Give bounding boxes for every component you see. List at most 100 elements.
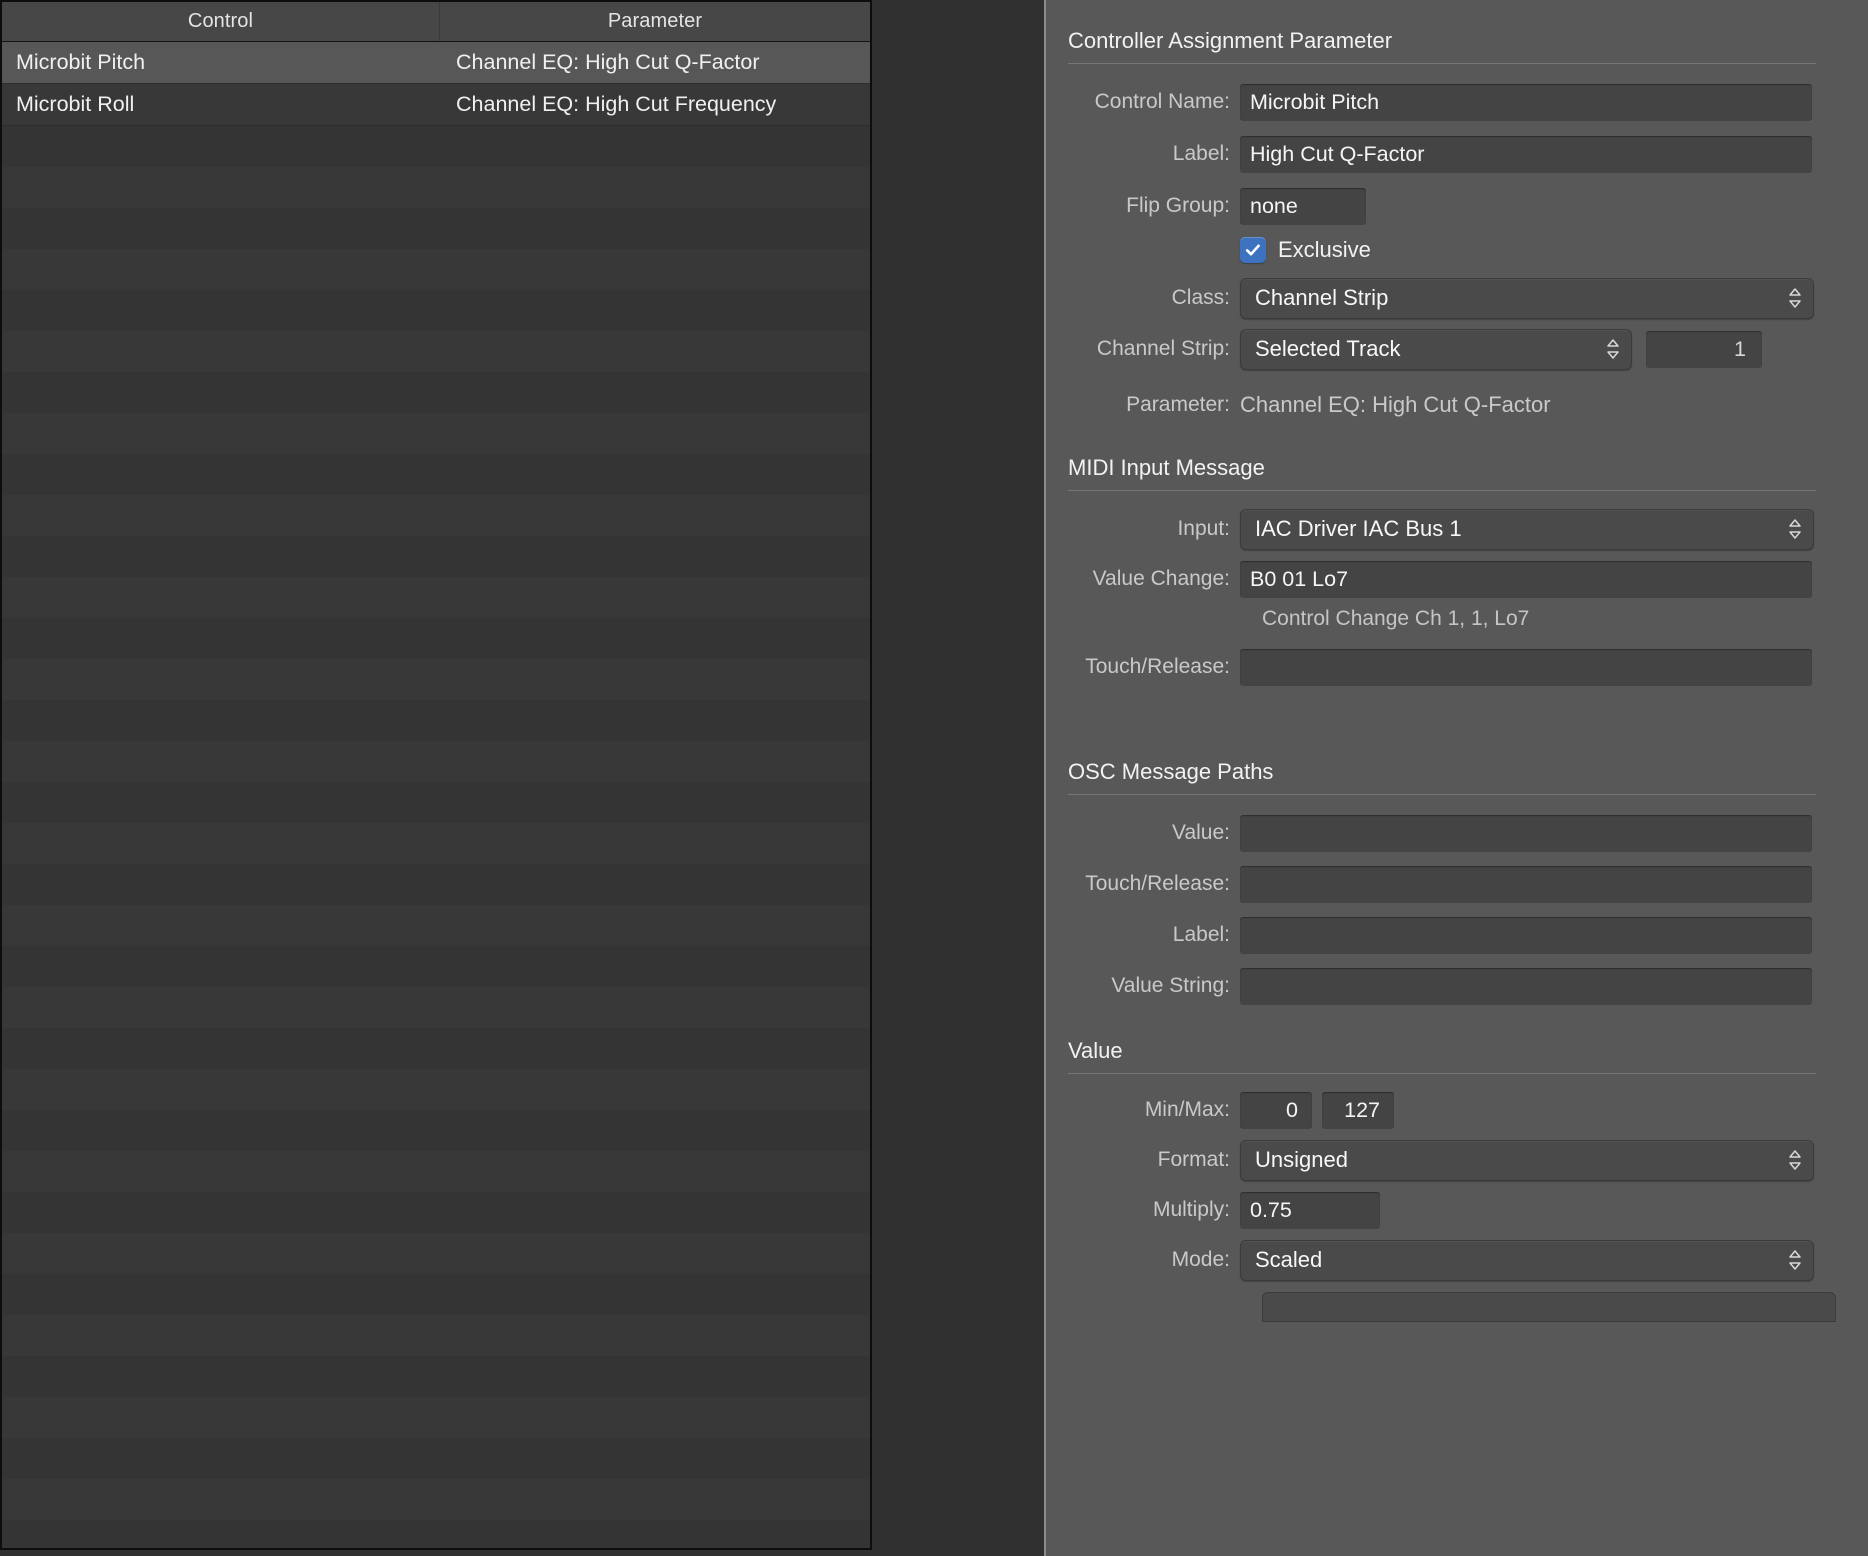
- field-row-mode: Mode: Scaled: [1046, 1238, 1868, 1282]
- field-row-label: Label: High Cut Q-Factor: [1046, 132, 1868, 176]
- table-row-empty[interactable]: [2, 864, 870, 905]
- midi-input-select[interactable]: IAC Driver IAC Bus 1: [1240, 509, 1814, 550]
- chevron-up-down-icon: [1606, 337, 1620, 361]
- table-row-empty[interactable]: [2, 1479, 870, 1520]
- table-body: Microbit PitchChannel EQ: High Cut Q-Fac…: [2, 42, 870, 1520]
- table-row[interactable]: Microbit PitchChannel EQ: High Cut Q-Fac…: [2, 42, 870, 83]
- osc-value-input[interactable]: [1240, 815, 1812, 852]
- field-row-value-change: Value Change: B0 01 Lo7: [1046, 557, 1868, 601]
- chevron-up-down-icon: [1788, 286, 1802, 310]
- table-row-empty[interactable]: [2, 946, 870, 987]
- midi-touch-release-input[interactable]: [1240, 649, 1812, 686]
- controller-assignments-window: Control Parameter Microbit PitchChannel …: [0, 0, 1868, 1556]
- table-row-empty[interactable]: [2, 741, 870, 782]
- table-row-empty[interactable]: [2, 413, 870, 454]
- channel-strip-label: Channel Strip:: [1068, 337, 1240, 361]
- table-row-empty[interactable]: [2, 372, 870, 413]
- cell-control: Microbit Pitch: [2, 50, 440, 75]
- table-row-empty[interactable]: [2, 1069, 870, 1110]
- inspector-pane: Controller Assignment Parameter Control …: [1044, 0, 1868, 1556]
- table-row-empty[interactable]: [2, 782, 870, 823]
- next-field-clipped[interactable]: [1262, 1292, 1836, 1322]
- field-row-osc-value: Value:: [1046, 811, 1868, 855]
- multiply-input[interactable]: 0.75: [1240, 1192, 1380, 1229]
- field-row-osc-label: Label:: [1046, 913, 1868, 957]
- osc-touch-release-input[interactable]: [1240, 866, 1812, 903]
- assignments-table-pane: Control Parameter Microbit PitchChannel …: [0, 0, 1046, 1556]
- table-row-empty[interactable]: [2, 700, 870, 741]
- table-header-row: Control Parameter: [2, 2, 870, 42]
- table-row-empty[interactable]: [2, 167, 870, 208]
- value-change-label: Value Change:: [1068, 567, 1240, 591]
- table-row-empty[interactable]: [2, 987, 870, 1028]
- table-row-empty[interactable]: [2, 1438, 870, 1479]
- checkmark-icon: [1244, 241, 1262, 259]
- table-row[interactable]: Microbit RollChannel EQ: High Cut Freque…: [2, 84, 870, 125]
- mode-label: Mode:: [1068, 1248, 1240, 1272]
- midi-input-select-value: IAC Driver IAC Bus 1: [1255, 516, 1462, 542]
- class-select[interactable]: Channel Strip: [1240, 278, 1814, 319]
- exclusive-label: Exclusive: [1278, 237, 1371, 263]
- table-row-empty[interactable]: [2, 1151, 870, 1192]
- table-row-empty[interactable]: [2, 454, 870, 495]
- channel-strip-select[interactable]: Selected Track: [1240, 329, 1632, 370]
- parameter-value: Channel EQ: High Cut Q-Factor: [1240, 392, 1551, 418]
- table-row-empty[interactable]: [2, 1315, 870, 1356]
- field-row-midi-touch-release: Touch/Release:: [1046, 645, 1868, 689]
- table-row-empty[interactable]: [2, 905, 870, 946]
- midi-touch-release-label: Touch/Release:: [1068, 655, 1240, 679]
- osc-label-input[interactable]: [1240, 917, 1812, 954]
- label-label: Label:: [1068, 142, 1240, 166]
- min-value-input[interactable]: 0: [1240, 1092, 1312, 1129]
- format-select[interactable]: Unsigned: [1240, 1140, 1814, 1181]
- format-label: Format:: [1068, 1148, 1240, 1172]
- column-header-control[interactable]: Control: [2, 2, 440, 41]
- max-value-input[interactable]: 127: [1322, 1092, 1394, 1129]
- table-row-empty[interactable]: [2, 1110, 870, 1151]
- field-row-format: Format: Unsigned: [1046, 1138, 1868, 1182]
- section-title-osc: OSC Message Paths: [1046, 759, 1868, 785]
- table-row-empty[interactable]: [2, 577, 870, 618]
- table-row-empty[interactable]: [2, 1192, 870, 1233]
- table-row-empty[interactable]: [2, 1274, 870, 1315]
- field-row-channel-strip: Channel Strip: Selected Track 1: [1046, 327, 1868, 371]
- mode-select[interactable]: Scaled: [1240, 1240, 1814, 1281]
- field-row-flip-group: Flip Group: none: [1046, 184, 1868, 228]
- table-row-empty[interactable]: [2, 208, 870, 249]
- minmax-label: Min/Max:: [1068, 1098, 1240, 1122]
- table-row-empty[interactable]: [2, 290, 870, 331]
- osc-value-label: Value:: [1068, 821, 1240, 845]
- exclusive-checkbox[interactable]: [1240, 237, 1266, 263]
- field-row-class: Class: Channel Strip: [1046, 276, 1868, 320]
- table-row-empty[interactable]: [2, 1233, 870, 1274]
- field-row-osc-touch-release: Touch/Release:: [1046, 862, 1868, 906]
- table-row-empty[interactable]: [2, 823, 870, 864]
- chevron-up-down-icon: [1788, 1248, 1802, 1272]
- column-header-parameter[interactable]: Parameter: [440, 2, 870, 41]
- table-row-empty[interactable]: [2, 659, 870, 700]
- table-row-empty[interactable]: [2, 536, 870, 577]
- osc-value-string-label: Value String:: [1068, 974, 1240, 998]
- table-row-empty[interactable]: [2, 249, 870, 290]
- field-row-exclusive: Exclusive: [1046, 228, 1868, 272]
- table-row-empty[interactable]: [2, 1356, 870, 1397]
- table-row-empty[interactable]: [2, 495, 870, 536]
- value-change-hint: Control Change Ch 1, 1, Lo7: [1046, 607, 1868, 631]
- field-row-multiply: Multiply: 0.75: [1046, 1188, 1868, 1232]
- table-row-empty[interactable]: [2, 331, 870, 372]
- control-name-label: Control Name:: [1068, 90, 1240, 114]
- class-select-value: Channel Strip: [1255, 285, 1388, 311]
- field-row-minmax: Min/Max: 0 127: [1046, 1088, 1868, 1132]
- control-name-input[interactable]: Microbit Pitch: [1240, 84, 1812, 121]
- table-row-empty[interactable]: [2, 618, 870, 659]
- flip-group-input[interactable]: none: [1240, 188, 1366, 225]
- table-row-empty[interactable]: [2, 1028, 870, 1069]
- table-row-empty[interactable]: [2, 1397, 870, 1438]
- table-row-empty[interactable]: [2, 126, 870, 167]
- field-row-control-name: Control Name: Microbit Pitch: [1046, 80, 1868, 124]
- value-change-input[interactable]: B0 01 Lo7: [1240, 561, 1812, 598]
- assignments-table: Control Parameter Microbit PitchChannel …: [0, 0, 872, 1550]
- label-input[interactable]: High Cut Q-Factor: [1240, 136, 1812, 173]
- channel-strip-number-input[interactable]: 1: [1646, 331, 1762, 368]
- osc-value-string-input[interactable]: [1240, 968, 1812, 1005]
